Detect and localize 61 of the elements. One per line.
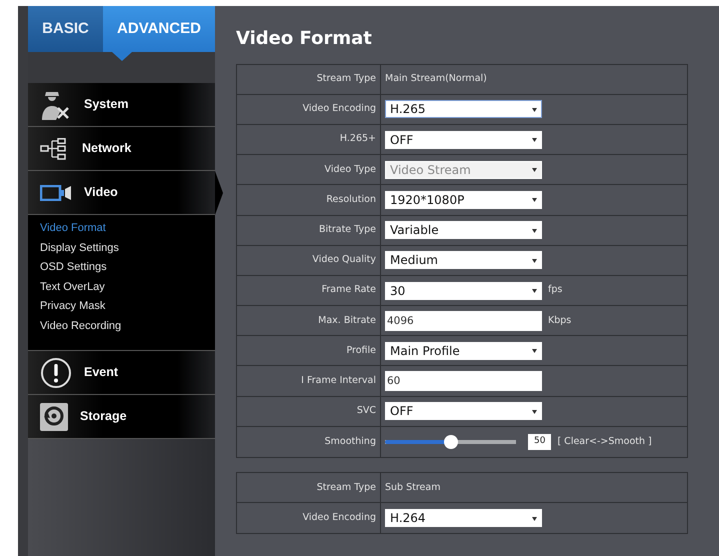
unit-label: Kbps xyxy=(548,314,572,328)
sidebar-item[interactable]: Event xyxy=(28,351,215,395)
submenu-item[interactable]: Text OverLay xyxy=(40,278,215,297)
dropdown[interactable]: Main Profile xyxy=(385,342,542,360)
field-label: Frame Rate xyxy=(237,276,381,306)
caret-icon xyxy=(532,516,537,521)
field-label: Stream Type xyxy=(237,473,381,502)
submenu-item[interactable]: Video Format xyxy=(40,219,215,238)
tab[interactable]: ADVANCED xyxy=(103,6,215,52)
submenu-item[interactable]: Privacy Mask xyxy=(40,297,215,316)
caret-icon xyxy=(532,137,537,142)
input-field[interactable]: 4096 xyxy=(385,310,542,331)
dropdown[interactable]: 1920*1080P xyxy=(385,190,542,209)
submenu-item[interactable]: OSD Settings xyxy=(40,258,215,278)
tab[interactable]: BASIC xyxy=(28,6,103,52)
dropdown[interactable]: OFF xyxy=(385,130,542,149)
dropdown[interactable]: H.265 xyxy=(385,100,542,118)
field-label: Resolution xyxy=(237,185,381,215)
sidebar-item[interactable]: Storage xyxy=(28,395,215,439)
field-label: Stream Type xyxy=(237,64,381,94)
slider-hint: [ Clear<->Smooth ] xyxy=(557,434,652,449)
caret-icon xyxy=(532,288,537,293)
field-label: SVC xyxy=(237,396,381,426)
sidebar-item[interactable]: Network xyxy=(28,127,215,171)
page-title: Video Format xyxy=(236,28,373,50)
caret-icon xyxy=(532,258,537,263)
sidebar-item[interactable]: System xyxy=(28,83,215,127)
field-label: Max. Bitrate xyxy=(237,306,381,336)
field-label: Video Type xyxy=(237,155,381,184)
caret-icon xyxy=(532,348,537,354)
exclamation-circle-icon xyxy=(40,356,72,388)
field-label: Smoothing xyxy=(237,426,381,458)
unit-label: fps xyxy=(548,283,562,298)
field-label: Bitrate Type xyxy=(237,216,381,245)
caret-icon xyxy=(532,408,537,414)
dropdown[interactable]: Variable xyxy=(385,221,542,240)
sidebar-item[interactable]: Video xyxy=(28,171,215,215)
dropdown[interactable]: 30 xyxy=(385,282,542,300)
dropdown[interactable]: Medium xyxy=(385,251,542,270)
caret-icon xyxy=(532,106,537,112)
field-value: Sub Stream xyxy=(385,480,440,494)
caret-icon xyxy=(532,228,537,233)
field-label: I Frame Interval xyxy=(237,366,381,396)
input-field[interactable]: 60 xyxy=(385,371,542,392)
dropdown[interactable]: OFF xyxy=(385,402,542,420)
submenu-item[interactable]: Display Settings xyxy=(40,238,215,258)
slider-thumb[interactable] xyxy=(444,434,458,449)
slider-value: 50 xyxy=(528,434,552,450)
field-label: Profile xyxy=(237,336,381,366)
camera-icon xyxy=(40,184,72,200)
submenu-item[interactable]: Video Recording xyxy=(40,316,215,336)
pointer-arrow xyxy=(112,52,132,61)
field-label: Video Encoding xyxy=(237,94,381,124)
field-label: Video Quality xyxy=(237,246,381,275)
caret-icon xyxy=(532,167,537,172)
field-label: H.265+ xyxy=(237,124,381,154)
caret-icon xyxy=(532,197,537,202)
person-with-wrench-icon xyxy=(40,90,72,120)
field-label: Video Encoding xyxy=(237,503,381,534)
dropdown[interactable]: H.264 xyxy=(385,509,542,528)
field-value: Main Stream(Normal) xyxy=(385,72,487,86)
